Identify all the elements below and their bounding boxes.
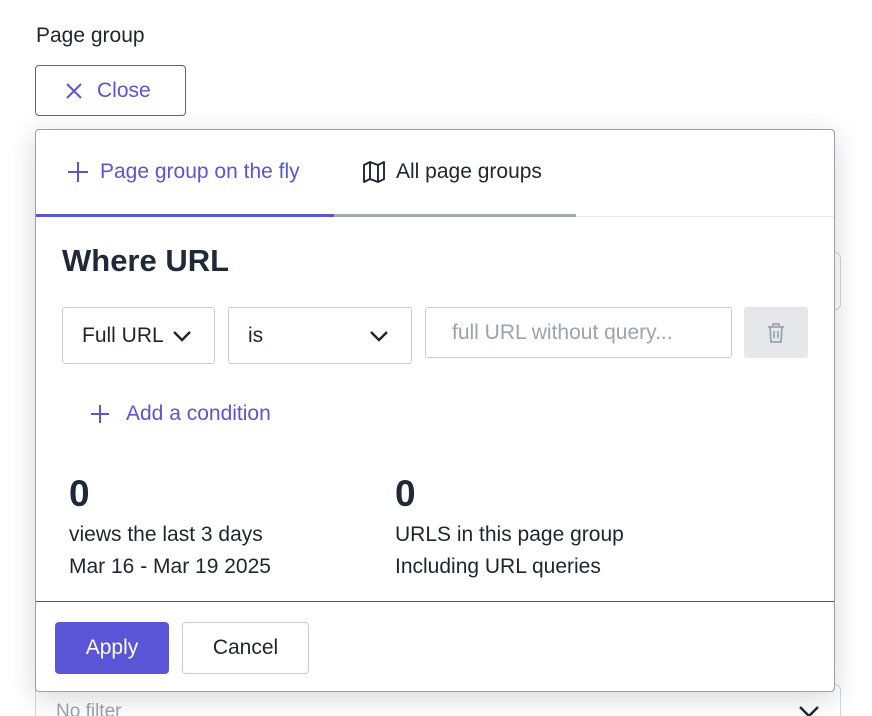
urls-label: URLS in this page group [395,523,624,546]
plus-icon [68,162,88,182]
popover-tabs: Page group on the fly All page groups [36,130,834,217]
views-stat: 0 views the last 3 days Mar 16 - Mar 19 … [69,475,271,577]
tab-label: All page groups [396,160,542,183]
views-date-range: Mar 16 - Mar 19 2025 [69,555,271,578]
page-group-popover: Page group on the fly All page groups Wh… [35,129,835,692]
map-icon [363,161,385,183]
add-condition-button[interactable]: Add a condition [90,402,271,426]
urls-note: Including URL queries [395,555,601,578]
urls-count: 0 [395,473,416,514]
cancel-button[interactable]: Cancel [182,622,309,674]
condition-heading: Where URL [62,243,230,278]
url-field-select[interactable]: Full URL [62,307,215,364]
plus-icon [91,405,109,423]
close-button-label: Close [97,78,151,102]
trash-icon [768,322,784,343]
chevron-down-icon [173,331,191,342]
filter-placeholder: No filter [56,701,122,716]
apply-button[interactable]: Apply [55,622,169,674]
chevron-down-icon [799,706,819,716]
tab-page-group-on-the-fly[interactable]: Page group on the fly [36,130,334,217]
urls-stat: 0 URLS in this page group Including URL … [395,475,624,577]
chevron-down-icon [370,331,388,342]
popover-footer: Apply Cancel [36,601,834,691]
tab-label: Page group on the fly [100,160,300,183]
views-count: 0 [69,473,90,514]
views-label: views the last 3 days [69,523,263,546]
url-field-value: Full URL [82,323,164,347]
operator-select[interactable]: is [228,307,412,364]
page-group-label: Page group [36,24,145,47]
url-value-input[interactable] [425,307,732,358]
tab-all-page-groups[interactable]: All page groups [334,130,576,217]
delete-condition-button[interactable] [744,307,808,358]
operator-value: is [248,323,264,347]
close-icon [66,82,82,99]
close-button[interactable]: Close [35,65,186,116]
add-condition-label: Add a condition [126,402,271,425]
